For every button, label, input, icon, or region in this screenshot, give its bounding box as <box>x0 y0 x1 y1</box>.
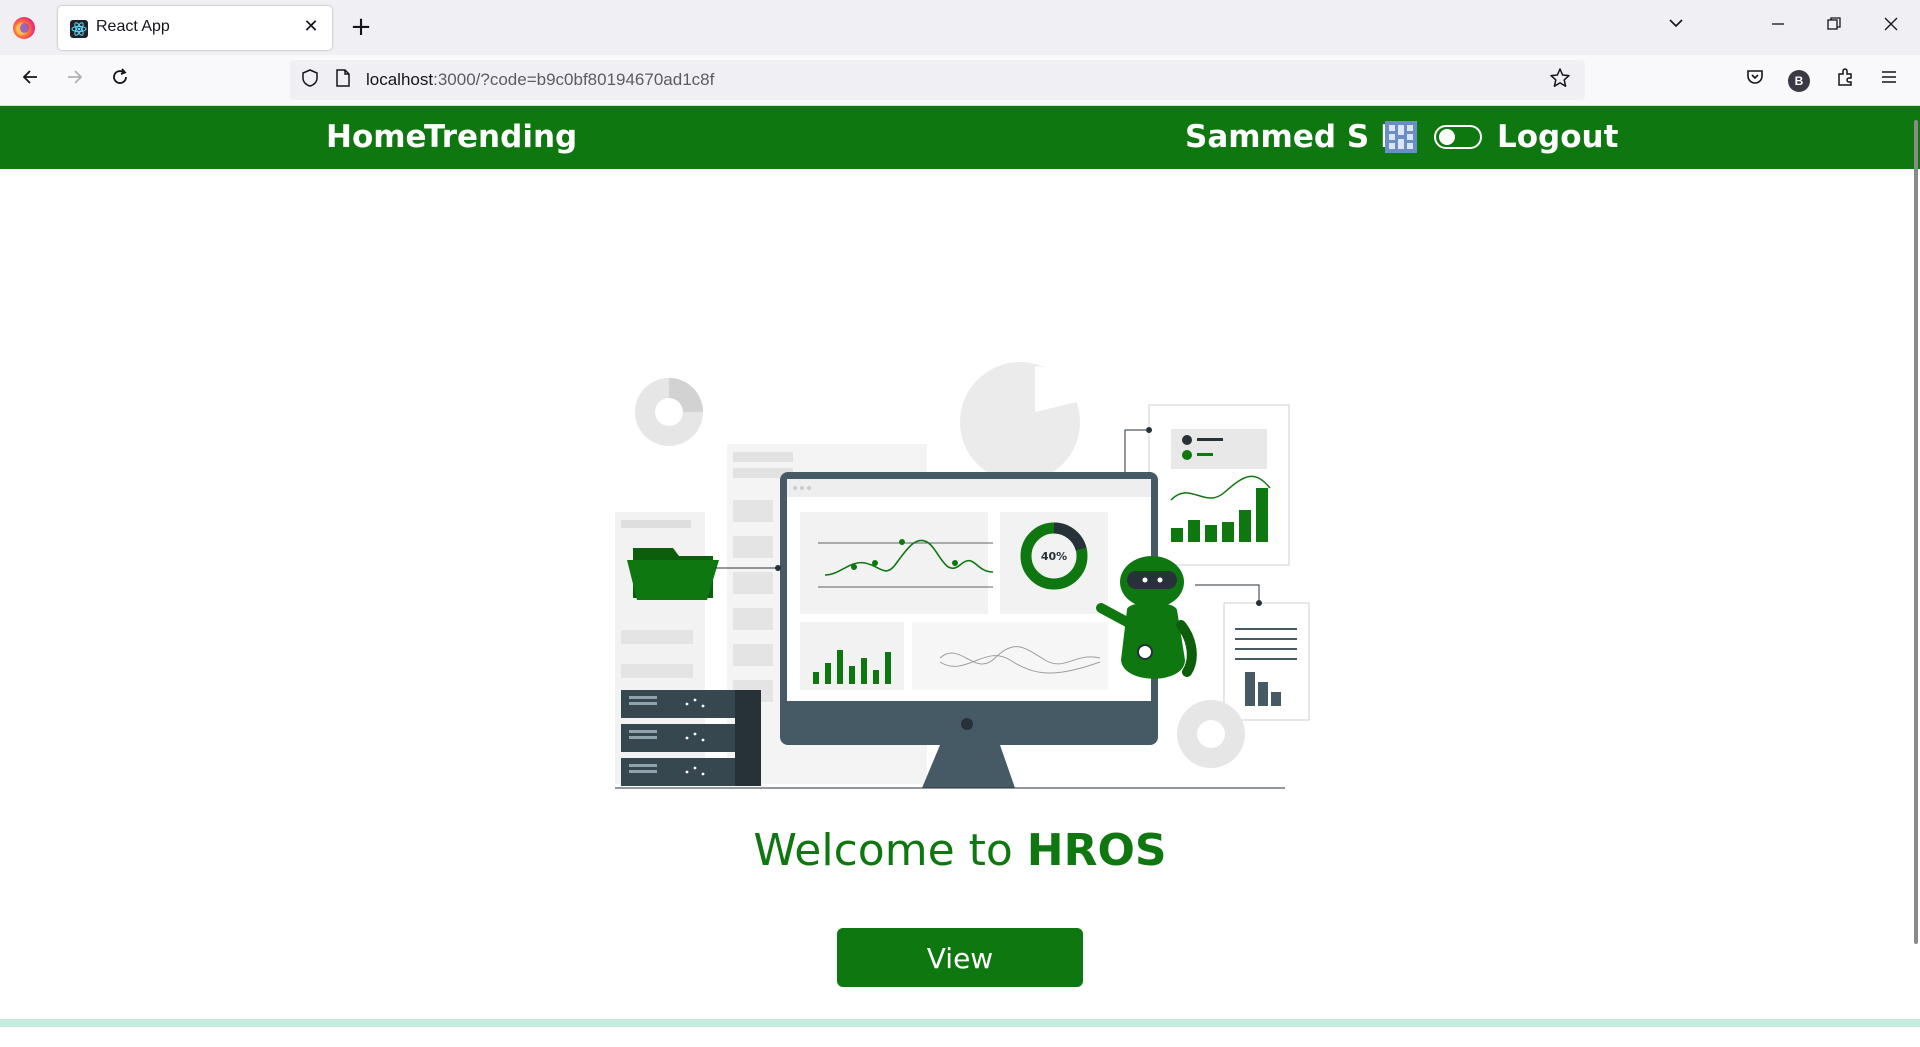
list-all-tabs-icon[interactable] <box>1663 14 1689 40</box>
welcome-brand: HROS <box>1026 825 1167 876</box>
url-path: :3000/?code=b9c0bf80194670ad1c8f <box>433 70 715 89</box>
background-donut-left-icon <box>635 378 703 446</box>
extensions-icon[interactable] <box>1831 67 1859 95</box>
background-donut-right-icon <box>1177 700 1245 768</box>
view-repositories-button[interactable]: View repositories <box>837 928 1083 1034</box>
url-host: localhost <box>366 70 434 89</box>
hero-illustration: 40% <box>615 360 1315 790</box>
bookmark-star-icon[interactable] <box>1547 67 1573 93</box>
pocket-icon[interactable] <box>1741 67 1769 95</box>
minimize-icon[interactable] <box>1760 10 1796 42</box>
browser-tab-react-app[interactable]: React App ✕ <box>58 6 332 50</box>
welcome-prefix: Welcome to <box>753 825 1027 876</box>
server-stack-icon <box>621 690 761 786</box>
reload-icon[interactable] <box>104 65 136 97</box>
react-favicon-icon <box>70 20 88 38</box>
user-avatar[interactable] <box>1385 121 1417 153</box>
report-card-document-icon <box>1195 584 1310 721</box>
background-pie-icon <box>960 362 1085 482</box>
tab-title: React App <box>96 18 170 35</box>
donut-percent-label: 40% <box>1041 550 1067 563</box>
menu-icon[interactable] <box>1875 67 1903 95</box>
nav-home-link[interactable]: Home <box>326 118 427 156</box>
logout-link[interactable]: Logout <box>1497 118 1618 156</box>
shield-icon[interactable] <box>299 69 321 91</box>
close-window-icon[interactable] <box>1873 10 1909 42</box>
url-bar[interactable]: localhost:3000/?code=b9c0bf80194670ad1c8… <box>290 60 1585 100</box>
browser-navigation-bar: localhost:3000/?code=b9c0bf80194670ad1c8… <box>0 55 1920 106</box>
monitor-icon: 40% <box>780 472 1158 788</box>
back-icon[interactable] <box>14 65 46 97</box>
new-tab-button[interactable]: + <box>348 12 374 42</box>
theme-toggle[interactable] <box>1434 125 1482 149</box>
page-icon[interactable] <box>332 69 354 91</box>
url-text[interactable]: localhost:3000/?code=b9c0bf80194670ad1c8… <box>366 70 714 90</box>
nav-trending-link[interactable]: Trending <box>424 118 577 156</box>
restore-icon[interactable] <box>1816 10 1852 42</box>
user-name: Sammed S P <box>1185 119 1403 155</box>
app-header: Home Trending Sammed S P Logout <box>0 106 1920 169</box>
account-initial: B <box>1788 70 1810 92</box>
welcome-heading: Welcome to HROS <box>0 825 1920 876</box>
forward-icon[interactable] <box>59 65 91 97</box>
browser-tab-strip: React App ✕ + <box>0 0 1920 55</box>
firefox-logo-icon[interactable] <box>13 17 35 39</box>
bottom-strip <box>0 1019 1920 1027</box>
toggle-knob <box>1439 129 1455 145</box>
page-scrollbar[interactable] <box>1914 120 1918 944</box>
account-button[interactable]: B <box>1785 67 1813 95</box>
tab-close-icon[interactable]: ✕ <box>300 16 322 38</box>
